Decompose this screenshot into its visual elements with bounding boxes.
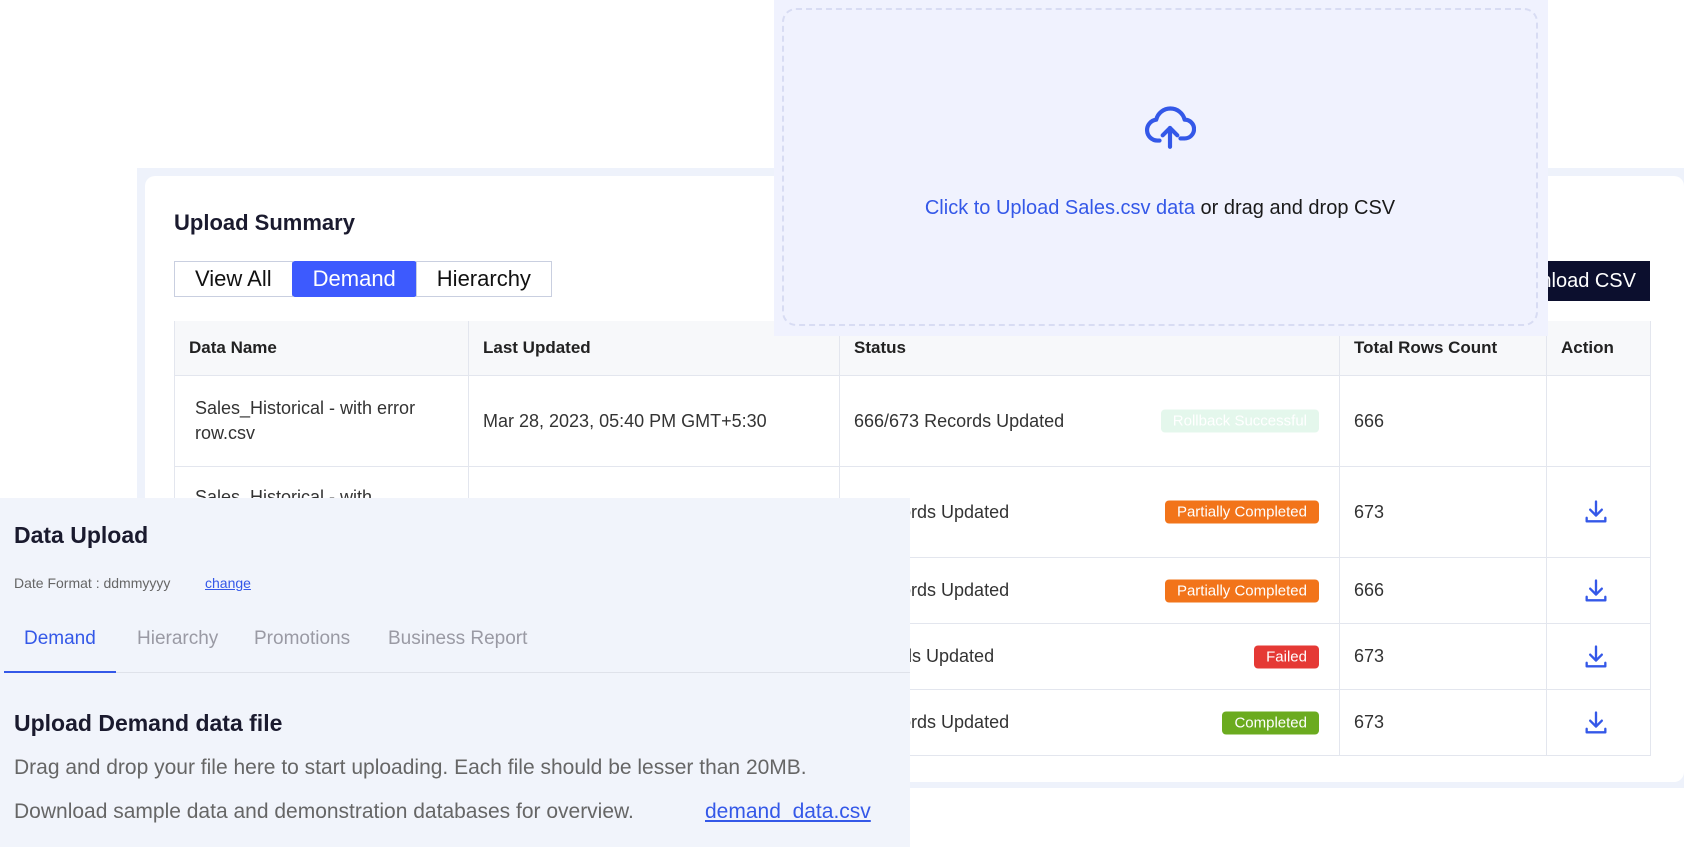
cell-action	[1546, 375, 1651, 467]
cell-status: 3 Records Updated Completed	[839, 689, 1340, 756]
download-icon[interactable]	[1582, 643, 1610, 671]
tab-business-report[interactable]: Business Report	[368, 608, 547, 671]
status-text: 666/673 Records Updated	[854, 410, 1065, 431]
date-format-label: Date Format : ddmmyyyy	[14, 575, 171, 591]
segment-demand[interactable]: Demand	[291, 261, 417, 297]
sample-data-text: Download sample data and demonstration d…	[14, 800, 634, 823]
cell-status: Records Updated Failed	[839, 623, 1340, 690]
table-row: Sales_Historical - with error row.csv Ma…	[174, 375, 1651, 467]
dropzone-text: Click to Upload Sales.csv data or drag a…	[784, 197, 1536, 220]
tab-hierarchy[interactable]: Hierarchy	[117, 608, 238, 671]
download-icon[interactable]	[1582, 498, 1610, 526]
upload-summary-title: Upload Summary	[174, 210, 355, 235]
cell-total-rows: 673	[1339, 689, 1547, 756]
status-badge: Partially Completed	[1164, 500, 1319, 524]
col-action: Action	[1546, 321, 1651, 376]
status-badge: Rollback Successful	[1160, 409, 1319, 433]
cell-last-updated: Mar 28, 2023, 05:40 PM GMT+5:30	[468, 375, 840, 467]
cell-action	[1546, 689, 1651, 756]
cell-status: 3 Records Updated Partially Completed	[839, 466, 1340, 558]
status-badge: Partially Completed	[1164, 579, 1319, 602]
data-upload-panel: Data Upload Date Format : ddmmyyyy chang…	[0, 498, 910, 847]
data-upload-title: Data Upload	[14, 522, 149, 548]
cell-status: 666/673 Records Updated Rollback Success…	[839, 375, 1340, 467]
change-date-format-link[interactable]: change	[205, 575, 251, 591]
upload-dropzone-panel: Click to Upload Sales.csv data or drag a…	[774, 0, 1548, 336]
download-csv-button[interactable]: nload CSV	[1536, 261, 1650, 301]
cell-total-rows: 666	[1339, 557, 1547, 624]
download-icon[interactable]	[1582, 577, 1610, 605]
tab-demand[interactable]: Demand	[4, 608, 116, 673]
download-icon[interactable]	[1582, 709, 1610, 737]
dropzone-hint: or drag and drop CSV	[1195, 197, 1396, 219]
upload-dropzone[interactable]: Click to Upload Sales.csv data or drag a…	[782, 8, 1538, 326]
upload-link[interactable]: Click to Upload Sales.csv data	[925, 197, 1195, 219]
cloud-upload-icon	[1144, 106, 1196, 149]
segment-hierarchy[interactable]: Hierarchy	[415, 261, 552, 297]
tab-promotions[interactable]: Promotions	[234, 608, 370, 671]
sample-csv-link[interactable]: demand_data.csv	[705, 800, 871, 824]
upload-instructions: Drag and drop your file here to start up…	[14, 756, 807, 779]
status-badge: Failed	[1254, 645, 1319, 668]
cell-action	[1546, 557, 1651, 624]
summary-filter-segment: View All Demand Hierarchy	[174, 261, 552, 297]
status-badge: Completed	[1222, 711, 1319, 734]
cell-total-rows: 673	[1339, 466, 1547, 558]
cell-action	[1546, 623, 1651, 690]
col-data-name: Data Name	[174, 321, 469, 376]
cell-total-rows: 673	[1339, 623, 1547, 690]
cell-status: 3 Records Updated Partially Completed	[839, 557, 1340, 624]
cell-action	[1546, 466, 1651, 558]
cell-data-name: Sales_Historical - with error row.csv	[174, 375, 469, 467]
data-upload-tabs: Demand Hierarchy Promotions Business Rep…	[4, 608, 910, 673]
cell-total-rows: 666	[1339, 375, 1547, 467]
upload-heading: Upload Demand data file	[14, 710, 283, 736]
segment-view-all[interactable]: View All	[174, 261, 293, 297]
